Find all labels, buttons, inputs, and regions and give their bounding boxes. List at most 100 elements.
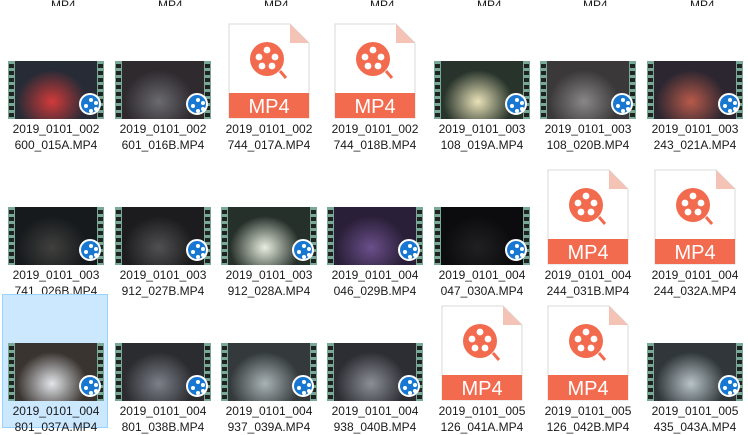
film-hole bbox=[9, 367, 14, 371]
mp4-file-icon: MP4 bbox=[334, 23, 416, 119]
file-item[interactable]: 2019_0101_004 801_037A.MP4 bbox=[2, 294, 108, 434]
film-hole bbox=[417, 360, 422, 364]
reel-hole bbox=[733, 101, 737, 105]
reel-hole bbox=[733, 383, 737, 387]
film-hole bbox=[541, 99, 546, 103]
file-item[interactable]: MP4 2019_0101_002 744_018B.MP4 bbox=[321, 12, 427, 152]
file-item[interactable]: 2019_0101_003 741_026B.MP4 bbox=[2, 158, 108, 298]
file-name-line-2: 600_015A.MP4 bbox=[14, 138, 98, 152]
film-hole bbox=[417, 374, 422, 378]
file-item[interactable]: MP4 2019_0101_005 126_042B.MP4 bbox=[534, 294, 640, 434]
file-name-line-2: 126_042B.MP4 bbox=[546, 420, 630, 434]
film-hole bbox=[9, 395, 14, 399]
file-item[interactable]: 2019_0101_004 046_029B.MP4 bbox=[321, 158, 427, 298]
file-item[interactable]: 2019_0101_004 938_040B.MP4 bbox=[321, 294, 427, 434]
film-hole bbox=[98, 360, 103, 364]
reel-hole bbox=[520, 253, 524, 257]
reel-hole bbox=[616, 104, 620, 108]
film-hole bbox=[648, 388, 653, 392]
film-hole bbox=[205, 71, 210, 75]
film-hole bbox=[116, 71, 121, 75]
file-name-line-2: 243_021A.MP4 bbox=[653, 138, 737, 152]
reel-hole bbox=[302, 255, 306, 259]
reel-hole bbox=[94, 247, 98, 251]
film-hole bbox=[328, 346, 333, 350]
reel-hole bbox=[582, 192, 590, 200]
film-hole bbox=[116, 346, 121, 350]
film-hole bbox=[328, 217, 333, 221]
file-name-line-2: 801_038B.MP4 bbox=[121, 420, 205, 434]
file-name-line-1: 2019_0101_005 bbox=[651, 404, 739, 418]
reel-hole bbox=[84, 250, 88, 254]
reel-hole bbox=[577, 344, 585, 352]
reel-hole bbox=[307, 247, 311, 251]
film-hole bbox=[524, 92, 529, 96]
reel-hole bbox=[728, 109, 732, 113]
film-hole bbox=[98, 259, 103, 263]
film-hole bbox=[116, 238, 121, 242]
player-app-icon bbox=[398, 239, 420, 261]
file-name-line-1: 2019_0101_004 bbox=[544, 268, 632, 282]
reel-hole bbox=[89, 255, 93, 259]
reel-hole bbox=[413, 253, 417, 257]
film-hole bbox=[205, 210, 210, 214]
reel-hole bbox=[403, 386, 407, 390]
film-hole bbox=[737, 395, 742, 399]
file-name: 2019_0101_003 243_021A.MP4 bbox=[642, 121, 748, 153]
file-item[interactable]: MP4 2019_0101_004 244_032A.MP4 bbox=[641, 158, 747, 298]
reel-hole bbox=[196, 98, 200, 102]
reel-hole bbox=[587, 344, 595, 352]
film-hole bbox=[435, 210, 440, 214]
reel-hole bbox=[94, 383, 98, 387]
file-name-line-1: 2019_0101_004 bbox=[12, 404, 100, 418]
film-hole bbox=[648, 374, 653, 378]
file-item[interactable]: MP4 2019_0101_004 244_031B.MP4 bbox=[534, 158, 640, 298]
film-hole bbox=[435, 224, 440, 228]
file-item[interactable]: 2019_0101_004 047_030A.MP4 bbox=[428, 158, 534, 298]
reel-hole bbox=[408, 244, 412, 248]
film-hole bbox=[435, 231, 440, 235]
file-item[interactable]: MP4 2019_0101_005 126_041A.MP4 bbox=[428, 294, 534, 434]
reel-hole bbox=[684, 208, 692, 216]
reel-hole bbox=[307, 389, 311, 393]
reel-hole bbox=[590, 335, 598, 343]
player-app-icon bbox=[79, 93, 101, 115]
file-item[interactable]: 2019_0101_002 601_016B.MP4 bbox=[109, 12, 215, 152]
film-hole bbox=[648, 360, 653, 364]
film-hole bbox=[116, 353, 121, 357]
film-hole bbox=[417, 259, 422, 263]
film-hole bbox=[737, 92, 742, 96]
player-app-icon bbox=[505, 239, 527, 261]
film-hole bbox=[648, 113, 653, 117]
film-hole bbox=[116, 85, 121, 89]
file-item[interactable]: 2019_0101_005 435_043A.MP4 bbox=[641, 294, 747, 434]
film-hole bbox=[116, 395, 121, 399]
file-item[interactable]: 2019_0101_003 912_027B.MP4 bbox=[109, 158, 215, 298]
file-name-line-1: 2019_0101_004 bbox=[331, 404, 419, 418]
reel-hole bbox=[84, 104, 88, 108]
file-item[interactable]: 2019_0101_003 108_019A.MP4 bbox=[428, 12, 534, 152]
film-hole bbox=[435, 245, 440, 249]
film-hole bbox=[205, 259, 210, 263]
mp4-file-icon: MP4 bbox=[654, 169, 736, 265]
film-hole bbox=[311, 231, 316, 235]
file-item[interactable]: 2019_0101_003 912_028A.MP4 bbox=[215, 158, 321, 298]
file-name: 2019_0101_004 938_040B.MP4 bbox=[322, 403, 428, 435]
mp4-file-icon: MP4 bbox=[228, 23, 310, 119]
film-hole bbox=[9, 245, 14, 249]
file-item[interactable]: 2019_0101_003 243_021A.MP4 bbox=[641, 12, 747, 152]
file-item[interactable]: 2019_0101_004 801_038B.MP4 bbox=[109, 294, 215, 434]
player-app-icon bbox=[186, 239, 208, 261]
file-name-line-2: 744_018B.MP4 bbox=[333, 138, 417, 152]
file-item[interactable]: 2019_0101_002 600_015A.MP4 bbox=[2, 12, 108, 152]
film-hole bbox=[98, 217, 103, 221]
film-hole bbox=[9, 381, 14, 385]
reel-hole bbox=[408, 255, 412, 259]
mp4-format-label: MP4 bbox=[674, 242, 715, 264]
film-hole bbox=[328, 374, 333, 378]
film-hole bbox=[541, 113, 546, 117]
file-item[interactable]: 2019_0101_004 937_039A.MP4 bbox=[215, 294, 321, 434]
file-item[interactable]: 2019_0101_003 108_020B.MP4 bbox=[534, 12, 640, 152]
file-item[interactable]: MP4 2019_0101_002 744_017A.MP4 bbox=[215, 12, 321, 152]
film-hole bbox=[9, 353, 14, 357]
